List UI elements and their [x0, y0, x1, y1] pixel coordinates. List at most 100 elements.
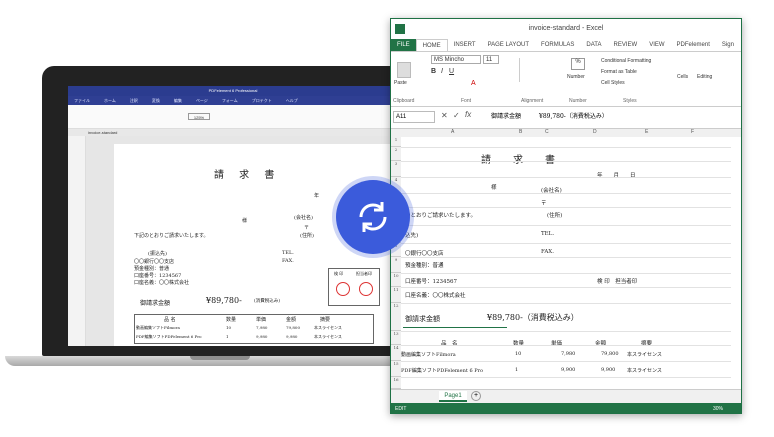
font-size-select[interactable]: 11: [483, 55, 499, 64]
editing-group[interactable]: Editing: [697, 74, 712, 80]
format-as-table[interactable]: Format as Table: [601, 69, 637, 75]
table-cell[interactable]: 本スライセンス: [627, 351, 662, 358]
cell-styles[interactable]: Cell Styles: [601, 80, 625, 86]
paste-icon[interactable]: [397, 62, 411, 78]
cell-sama[interactable]: 様: [491, 183, 497, 191]
table-cell[interactable]: PDF編集ソフトPDFelement 6 Pro: [401, 367, 483, 374]
row-header[interactable]: 9: [391, 257, 401, 273]
cell-line1[interactable]: のとおりご請求いたします。: [405, 211, 476, 219]
cell-furikomi[interactable]: 込先): [405, 231, 418, 239]
menu-help[interactable]: ヘルプ: [286, 96, 298, 105]
gridline: [401, 331, 731, 332]
font-color-icon[interactable]: A: [471, 80, 476, 87]
row-header[interactable]: 12: [391, 303, 401, 331]
row-header[interactable]: 1: [391, 137, 401, 147]
cell-amount-label[interactable]: 御請求金額: [405, 314, 440, 324]
tab-data[interactable]: DATA: [580, 39, 607, 51]
gridline: [401, 193, 731, 194]
doc-company: (会社名): [294, 215, 313, 221]
worksheet-grid[interactable]: 請 求 書 年 月 日 様 (会社名) 〒 のとおりご請求いたします。 (住所)…: [391, 137, 741, 390]
col-header[interactable]: A: [451, 129, 454, 135]
group-font: Font: [461, 98, 472, 104]
tab-invoice[interactable]: invoice-standard: [68, 129, 398, 136]
menu-comment[interactable]: 注釈: [130, 96, 138, 105]
table-cell[interactable]: 9,900: [601, 367, 615, 373]
zoom-select[interactable]: 125%: [188, 113, 210, 120]
cell-amount[interactable]: ¥89,780-（消費税込み）: [487, 312, 579, 323]
row-header[interactable]: 10: [391, 273, 401, 287]
row-header[interactable]: 3: [391, 161, 401, 177]
col-header[interactable]: F: [691, 129, 694, 135]
row-header[interactable]: 14: [391, 345, 401, 361]
status-bar: EDIT 30%: [391, 403, 741, 413]
left-panel[interactable]: [68, 136, 86, 346]
gridline: [401, 361, 731, 362]
sign-in-link[interactable]: Sign: [716, 39, 740, 51]
menu-edit[interactable]: 編集: [174, 96, 182, 105]
menu-home[interactable]: ホーム: [104, 96, 116, 105]
tab-insert[interactable]: INSERT: [448, 39, 482, 51]
seal-icon: [336, 282, 350, 296]
cells-group[interactable]: Cells: [677, 74, 688, 80]
enter-icon[interactable]: ✓: [453, 111, 460, 120]
formula-input[interactable]: 御請求金額 ¥89,780-（消費税込み）: [481, 111, 737, 125]
font-name-select[interactable]: MS Mincho: [431, 55, 481, 64]
row-header[interactable]: 11: [391, 287, 401, 303]
cell-stamps[interactable]: 検 印 担当者印: [597, 277, 637, 285]
table-cell[interactable]: 本スライセンス: [627, 367, 662, 374]
table-cell[interactable]: 動画編集ソフトFilmora: [401, 351, 456, 358]
cell-bank[interactable]: 〇銀行〇〇支店: [405, 249, 444, 257]
tab-formulas[interactable]: FORMULAS: [535, 39, 580, 51]
table-cell[interactable]: 79,800: [601, 351, 619, 357]
table-cell[interactable]: 10: [515, 351, 521, 357]
alignment-group[interactable]: [519, 58, 549, 82]
row-header[interactable]: 2: [391, 147, 401, 161]
menu-protect[interactable]: プロテクト: [252, 96, 272, 105]
cell-title[interactable]: 請 求 書: [481, 151, 561, 166]
tab-page-layout[interactable]: PAGE LAYOUT: [482, 39, 535, 51]
row-header[interactable]: 16: [391, 377, 401, 389]
zoom-level[interactable]: 30%: [713, 403, 723, 413]
function-icon[interactable]: fx: [465, 110, 471, 119]
cell-name[interactable]: 口座名義：〇〇株式会社: [405, 291, 466, 299]
col-header[interactable]: B: [519, 129, 522, 135]
cell-address[interactable]: (住所): [547, 211, 562, 219]
menu-form[interactable]: フォーム: [222, 96, 238, 105]
col-header[interactable]: C: [545, 129, 549, 135]
table-cell[interactable]: 1: [515, 367, 518, 373]
menu-convert[interactable]: 変換: [152, 96, 160, 105]
bold-button[interactable]: B: [431, 68, 436, 75]
row-header[interactable]: 13: [391, 331, 401, 345]
col-header[interactable]: E: [645, 129, 648, 135]
conditional-formatting[interactable]: Conditional Formatting: [601, 58, 651, 64]
paste-button[interactable]: Paste: [394, 80, 407, 86]
tab-view[interactable]: VIEW: [643, 39, 670, 51]
tab-home[interactable]: HOME: [415, 39, 448, 51]
cancel-icon[interactable]: ✕: [441, 111, 448, 120]
sheet-tab-page1[interactable]: Page1: [439, 391, 467, 402]
menu-page[interactable]: ページ: [196, 96, 208, 105]
doc-bank: 〇〇銀行〇〇支店: [134, 259, 175, 265]
tab-file[interactable]: FILE: [391, 39, 416, 51]
cell-tel[interactable]: TEL.: [541, 231, 554, 237]
tab-review[interactable]: REVIEW: [608, 39, 644, 51]
tab-pdfelement[interactable]: PDFelement: [671, 39, 716, 51]
table-cell[interactable]: 7,980: [561, 351, 575, 357]
percent-icon[interactable]: %: [571, 58, 585, 70]
cell-mark[interactable]: 〒: [541, 199, 547, 207]
cell-fax[interactable]: FAX.: [541, 249, 554, 255]
italic-button[interactable]: I: [441, 68, 443, 75]
underline-button[interactable]: U: [449, 68, 454, 75]
sync-icon: [336, 180, 410, 254]
menu-file[interactable]: ファイル: [74, 96, 90, 105]
row-header[interactable]: 15: [391, 361, 401, 377]
doc-mark: 〒: [304, 225, 310, 231]
add-sheet-icon[interactable]: +: [471, 391, 481, 401]
doc-cell: 動画編集ソフトFilmora: [136, 325, 180, 330]
ribbon-tabs: FILE HOME INSERT PAGE LAYOUT FORMULAS DA…: [391, 39, 741, 51]
cell-acct[interactable]: 口座番号：1234567: [405, 277, 457, 285]
col-header[interactable]: D: [593, 129, 597, 135]
table-cell[interactable]: 9,900: [561, 367, 575, 373]
name-box[interactable]: A11: [393, 111, 435, 123]
cell-type[interactable]: 預金種別：普通: [405, 261, 444, 269]
